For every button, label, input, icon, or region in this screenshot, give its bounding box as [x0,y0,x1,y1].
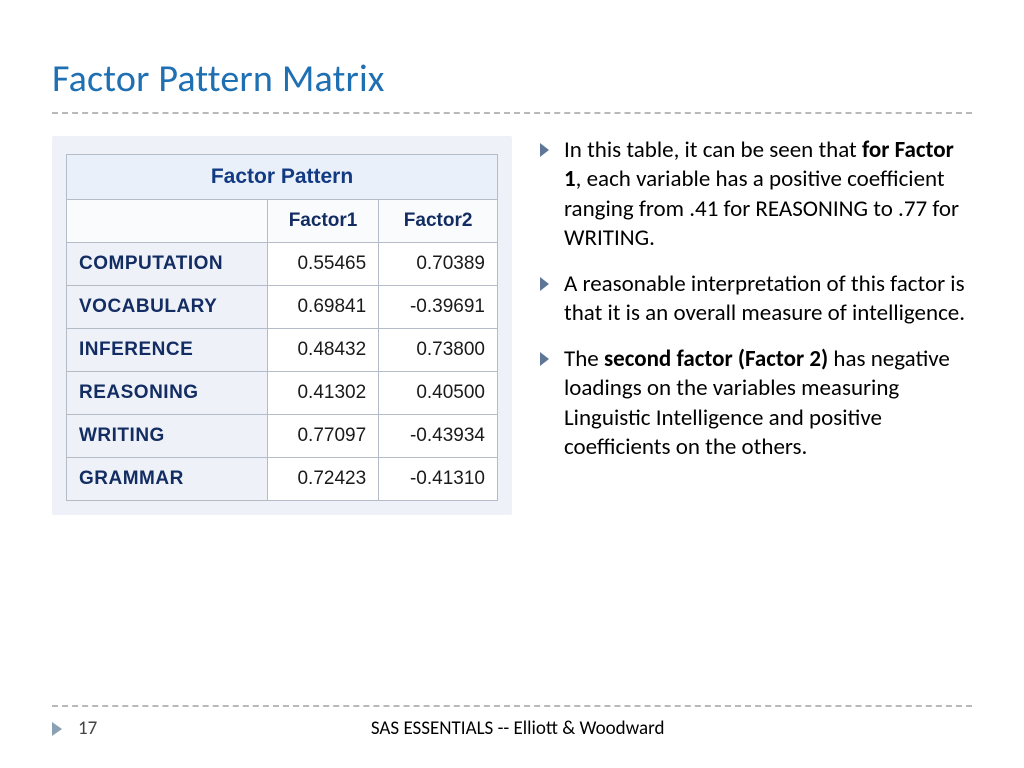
cell-f2: 0.70389 [379,243,498,286]
right-column: In this table, it can be seen that for F… [536,136,972,515]
chevron-right-icon [52,722,62,736]
cell-f2: -0.39691 [379,286,498,329]
table-header-blank [67,200,268,243]
text-bold: second factor (Factor 2) [604,345,828,373]
page-number: 17 [78,717,97,740]
table-header-row: Factor1 Factor2 [67,200,498,243]
content-row: Factor Pattern Factor1 Factor2 COMPUTATI… [52,136,972,515]
bullet-item-1: In this table, it can be seen that for F… [536,136,972,254]
text: A reasonable interpretation of this fact… [564,270,965,327]
cell-f1: 0.48432 [267,329,378,372]
table-row: COMPUTATION 0.55465 0.70389 [67,243,498,286]
bullet-list: In this table, it can be seen that for F… [536,136,972,462]
table-row: VOCABULARY 0.69841 -0.39691 [67,286,498,329]
table-caption: Factor Pattern [67,155,498,200]
bullet-item-2: A reasonable interpretation of this fact… [536,270,972,329]
title-divider [52,112,972,114]
bullet-item-3: The second factor (Factor 2) has negativ… [536,345,972,463]
footer-source: SAS ESSENTIALS -- Elliott & Woodward [137,717,898,740]
cell-f2: 0.73800 [379,329,498,372]
text: In this table, it can be seen that [564,136,862,164]
footer: 17 SAS ESSENTIALS -- Elliott & Woodward [52,705,972,740]
row-label: WRITING [67,415,268,458]
text: , each variable has a positive coefficie… [564,165,959,252]
cell-f1: 0.55465 [267,243,378,286]
cell-f2: 0.40500 [379,372,498,415]
cell-f1: 0.41302 [267,372,378,415]
row-label: INFERENCE [67,329,268,372]
cell-f1: 0.69841 [267,286,378,329]
table-header-f2: Factor2 [379,200,498,243]
table-header-f1: Factor1 [267,200,378,243]
factor-pattern-table: Factor Pattern Factor1 Factor2 COMPUTATI… [66,154,498,501]
table-row: REASONING 0.41302 0.40500 [67,372,498,415]
cell-f2: -0.41310 [379,458,498,501]
slide: Factor Pattern Matrix Factor Pattern Fac… [0,0,1024,768]
table-container: Factor Pattern Factor1 Factor2 COMPUTATI… [52,136,512,515]
table-row: GRAMMAR 0.72423 -0.41310 [67,458,498,501]
row-label: VOCABULARY [67,286,268,329]
table-caption-row: Factor Pattern [67,155,498,200]
row-label: GRAMMAR [67,458,268,501]
table-row: WRITING 0.77097 -0.43934 [67,415,498,458]
slide-title: Factor Pattern Matrix [52,56,972,102]
row-label: REASONING [67,372,268,415]
cell-f1: 0.77097 [267,415,378,458]
cell-f1: 0.72423 [267,458,378,501]
text: The [564,345,604,373]
footer-divider [52,705,972,707]
cell-f2: -0.43934 [379,415,498,458]
row-label: COMPUTATION [67,243,268,286]
left-column: Factor Pattern Factor1 Factor2 COMPUTATI… [52,136,512,515]
table-row: INFERENCE 0.48432 0.73800 [67,329,498,372]
footer-row: 17 SAS ESSENTIALS -- Elliott & Woodward [52,717,972,740]
